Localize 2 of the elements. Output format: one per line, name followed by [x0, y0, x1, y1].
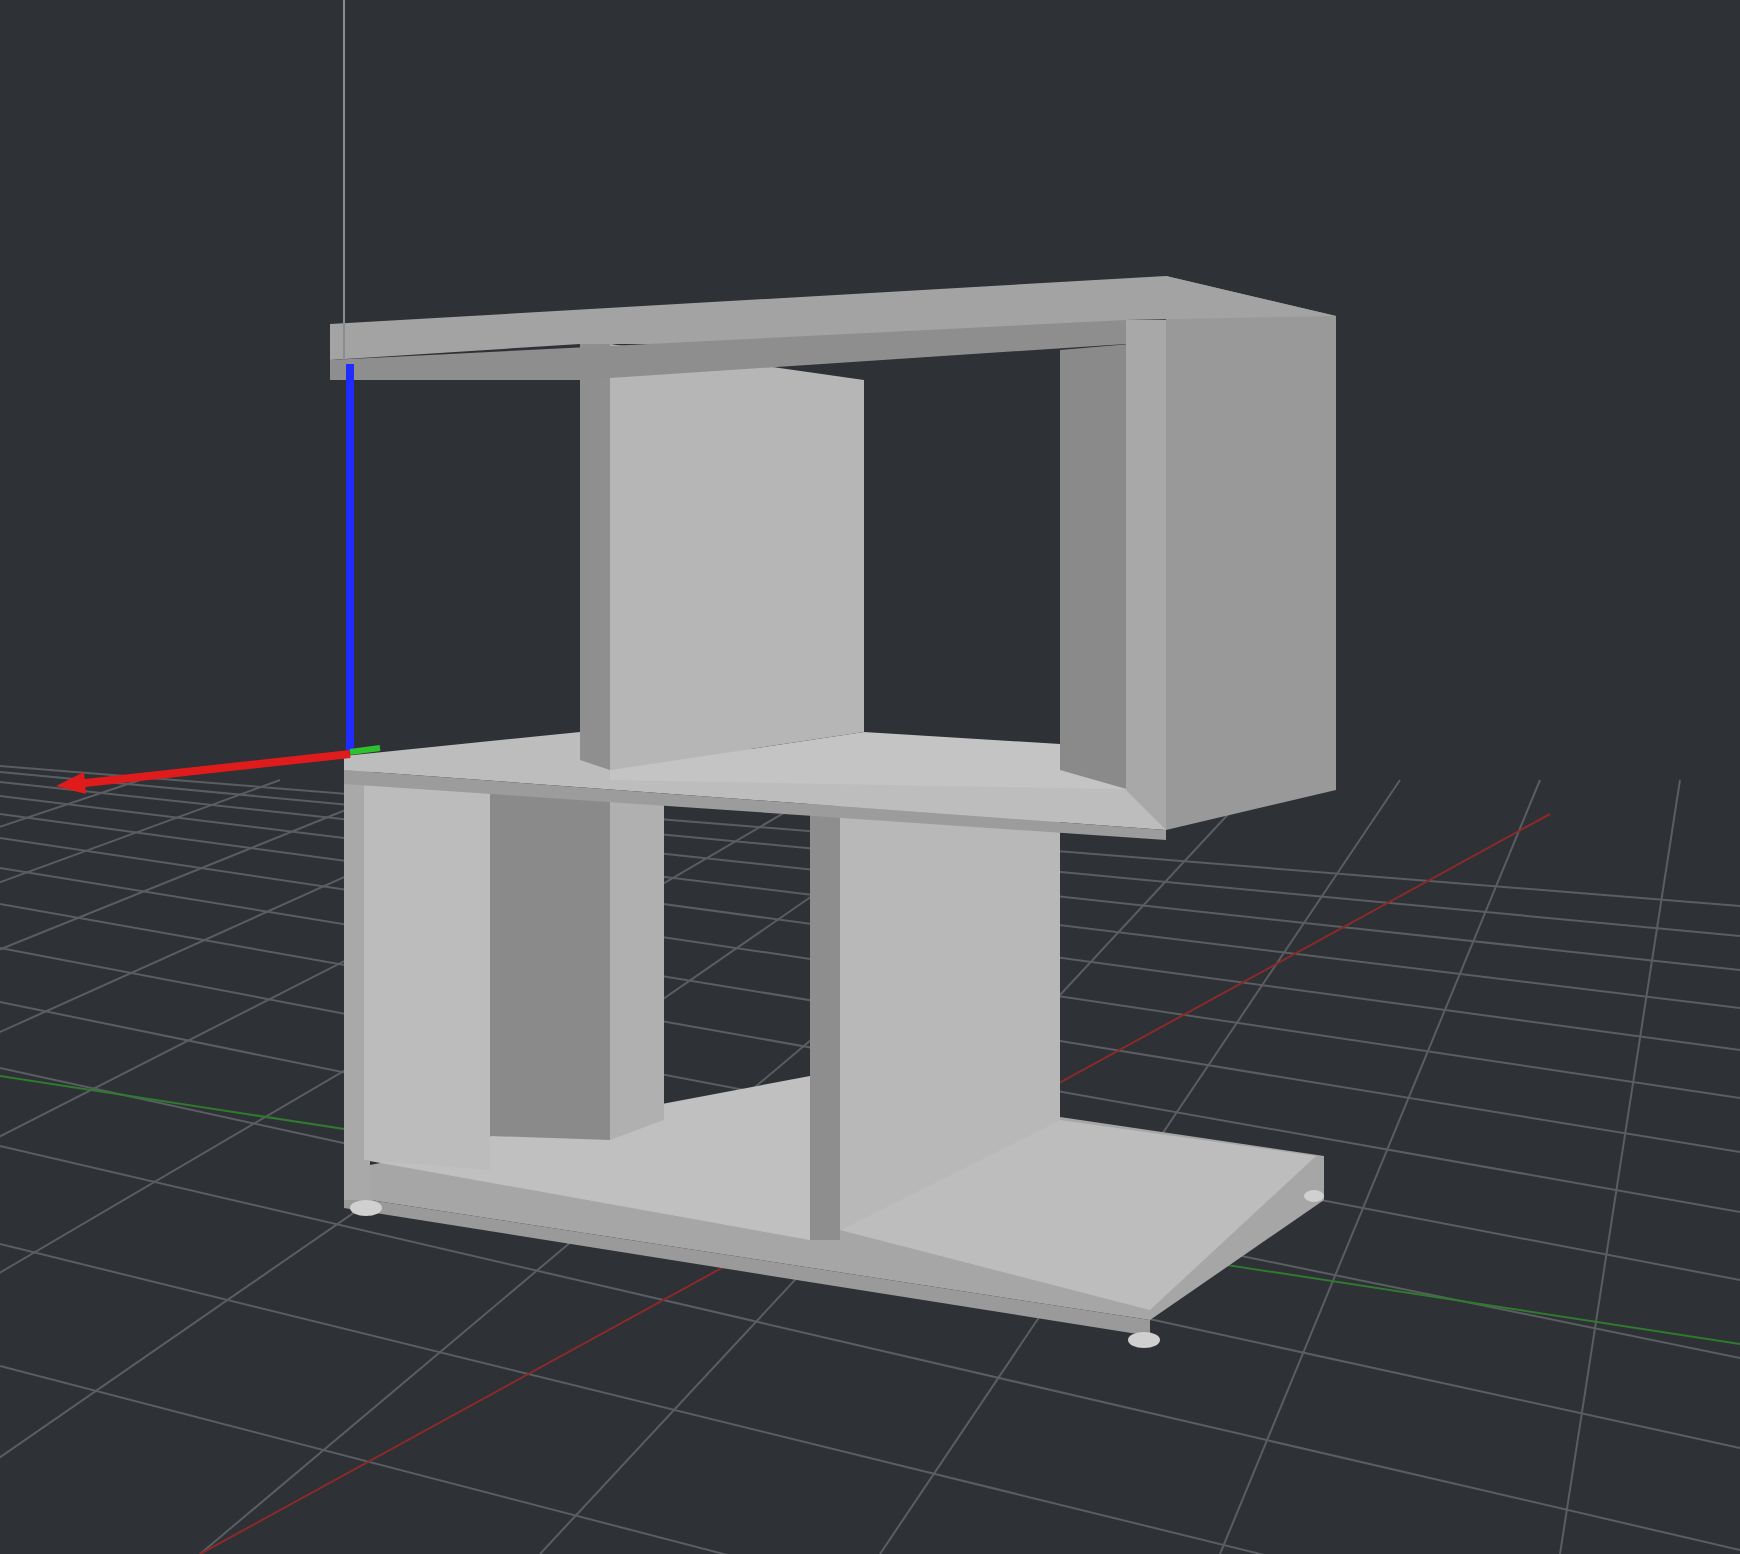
shelf-drawing[interactable]: [330, 276, 1336, 1348]
3d-viewport[interactable]: [0, 0, 1740, 1554]
